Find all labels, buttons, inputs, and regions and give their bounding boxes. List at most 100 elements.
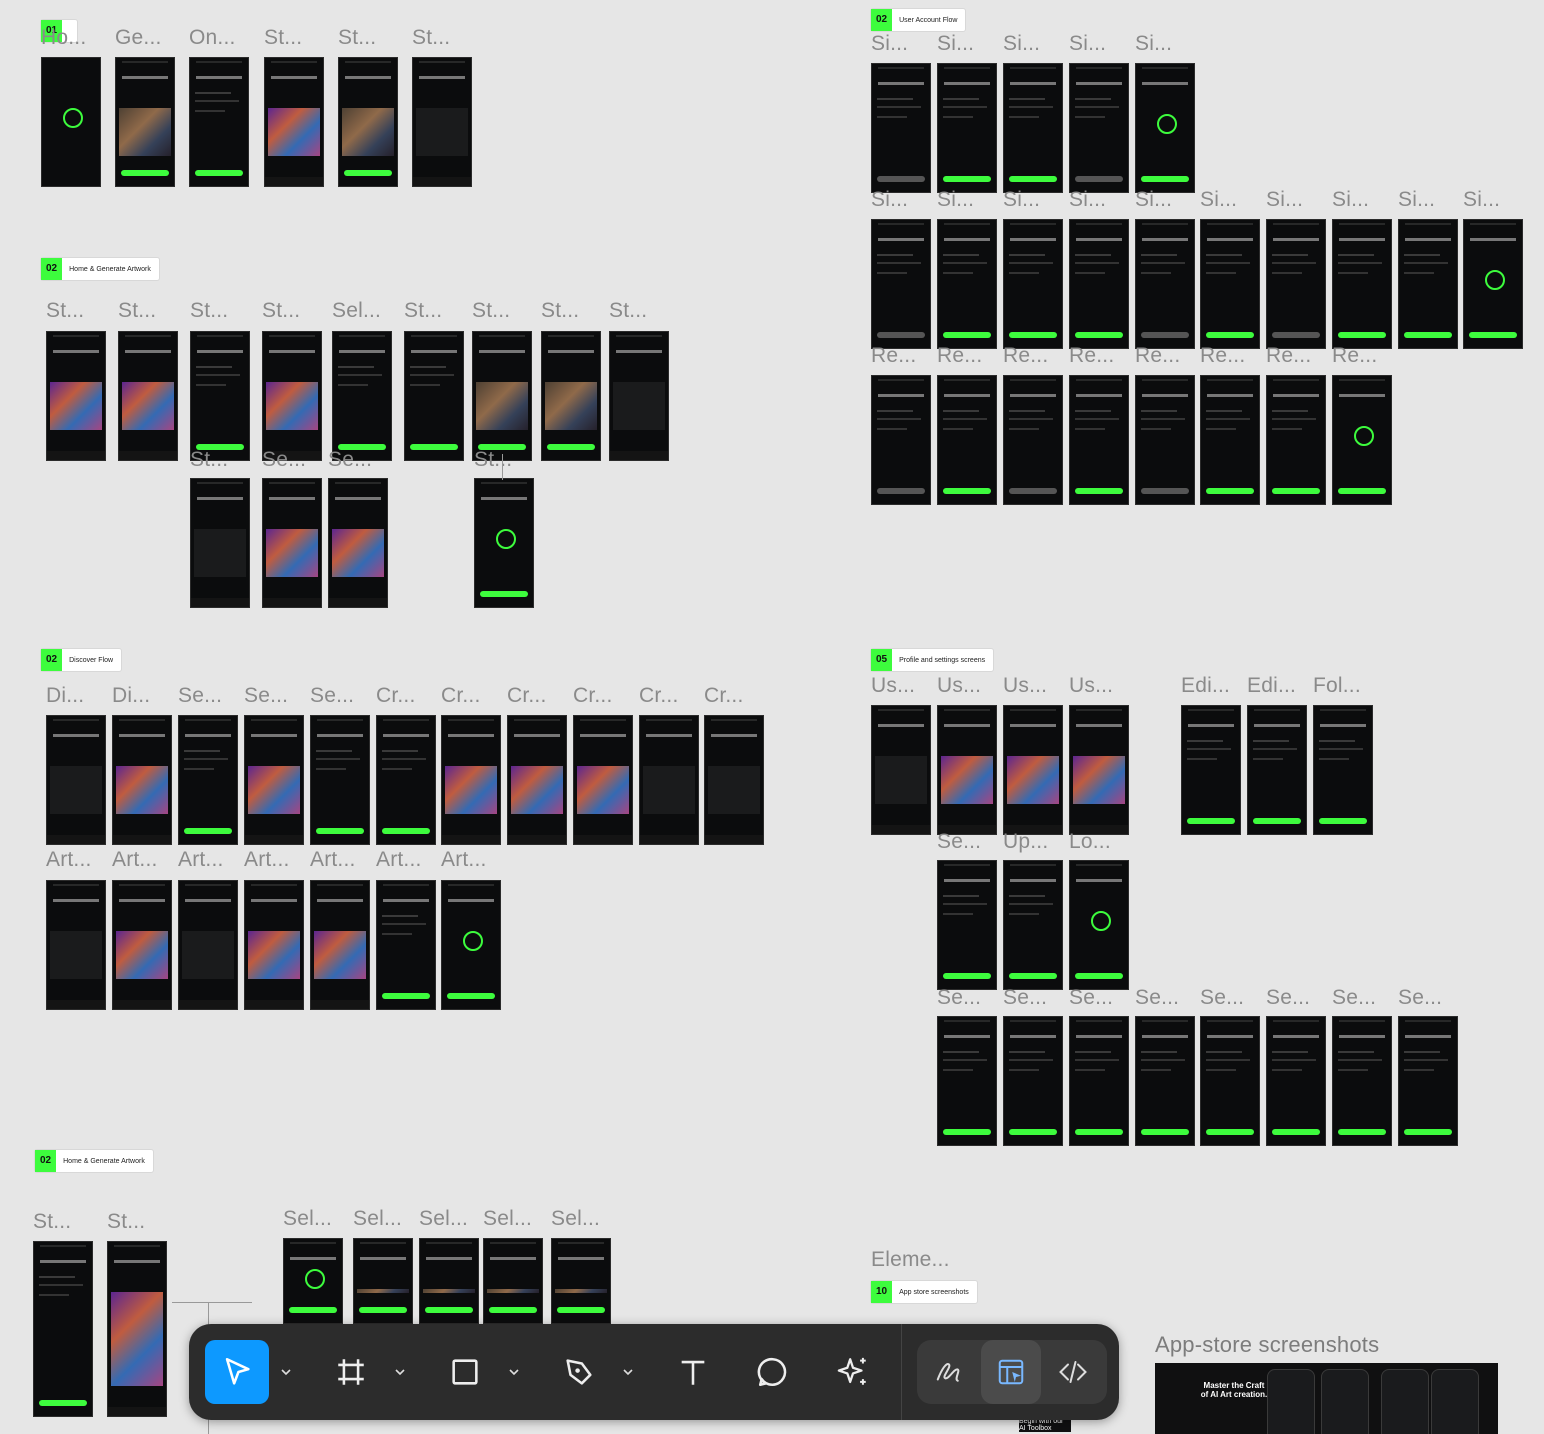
frame-label[interactable]: Di... [112, 684, 150, 708]
screen-frame[interactable] [573, 715, 633, 845]
screen-frame[interactable] [1247, 705, 1307, 835]
frame-label[interactable]: St... [262, 299, 300, 323]
frame-label[interactable]: St... [609, 299, 647, 323]
frame-label[interactable]: Se... [328, 448, 372, 472]
screen-frame[interactable] [1069, 705, 1129, 835]
screen-frame[interactable] [1069, 1016, 1129, 1146]
frame-label[interactable]: Si... [1463, 188, 1500, 212]
screen-frame[interactable] [118, 331, 178, 461]
screen-frame[interactable] [1003, 375, 1063, 505]
screen-frame[interactable] [178, 880, 238, 1010]
screen-frame[interactable] [1463, 219, 1523, 349]
frame-label[interactable]: Sel... [283, 1207, 332, 1231]
frame-label[interactable]: Si... [1332, 188, 1369, 212]
screen-frame[interactable] [1332, 375, 1392, 505]
frame-label[interactable]: Sel... [332, 299, 381, 323]
frame-label[interactable]: Se... [1069, 986, 1113, 1010]
frame-label[interactable]: St... [107, 1210, 145, 1234]
screen-frame[interactable] [1135, 219, 1195, 349]
frame-label[interactable]: On... [189, 26, 236, 50]
section-tag-profile-settings[interactable]: 05 Profile and settings screens [871, 649, 994, 671]
screen-frame[interactable] [190, 331, 250, 461]
screen-frame[interactable] [1003, 860, 1063, 990]
screen-frame[interactable] [112, 880, 172, 1010]
frame-label[interactable]: St... [338, 26, 376, 50]
frame-label[interactable]: Sel... [551, 1207, 600, 1231]
screen-frame[interactable] [1135, 375, 1195, 505]
frame-label[interactable]: Re... [871, 344, 916, 368]
screen-frame[interactable] [1069, 219, 1129, 349]
screen-frame[interactable] [338, 57, 398, 187]
frame-label[interactable]: Si... [1069, 32, 1106, 56]
screen-frame[interactable] [937, 1016, 997, 1146]
frame-label[interactable]: Se... [1332, 986, 1376, 1010]
screen-frame[interactable] [541, 331, 601, 461]
frame-label[interactable]: Se... [310, 684, 354, 708]
frame-label[interactable]: St... [474, 448, 512, 472]
frame-label[interactable]: Art... [178, 848, 224, 872]
screen-frame[interactable] [46, 715, 106, 845]
frame-label[interactable]: Art... [310, 848, 356, 872]
screen-frame[interactable] [1069, 63, 1129, 193]
screen-frame[interactable] [332, 331, 392, 461]
screen-frame[interactable] [46, 331, 106, 461]
screen-frame[interactable] [1200, 219, 1260, 349]
screen-frame[interactable] [310, 880, 370, 1010]
text-tool-button[interactable] [661, 1340, 725, 1404]
frame-label[interactable]: Re... [1069, 344, 1114, 368]
frame-label[interactable]: Se... [1135, 986, 1179, 1010]
screen-frame[interactable] [1332, 219, 1392, 349]
frame-label[interactable]: Se... [1003, 986, 1047, 1010]
pen-tool-menu-chevron[interactable] [621, 1360, 635, 1384]
frame-label[interactable]: Cr... [376, 684, 416, 708]
frame-label[interactable]: Se... [937, 830, 981, 854]
screen-frame[interactable] [404, 331, 464, 461]
screen-frame[interactable] [1332, 1016, 1392, 1146]
screen-frame[interactable] [178, 715, 238, 845]
screen-frame[interactable] [871, 705, 931, 835]
frame-label[interactable]: Art... [46, 848, 92, 872]
section-tag-app-store[interactable]: 10 App store screenshots [871, 1281, 977, 1303]
frame-label[interactable]: Cr... [704, 684, 744, 708]
screen-frame[interactable] [262, 478, 322, 608]
screen-frame[interactable] [483, 1238, 543, 1324]
frame-label[interactable]: St... [541, 299, 579, 323]
frame-label[interactable]: Art... [376, 848, 422, 872]
frame-label[interactable]: Re... [1266, 344, 1311, 368]
screen-frame[interactable] [376, 715, 436, 845]
dev-mode-button[interactable] [1043, 1340, 1103, 1404]
frame-label[interactable]: Re... [1135, 344, 1180, 368]
frame-label[interactable]: Se... [1266, 986, 1310, 1010]
frame-label[interactable]: St... [404, 299, 442, 323]
frame-label[interactable]: Art... [441, 848, 487, 872]
screen-frame[interactable] [1003, 63, 1063, 193]
frame-label[interactable]: Cr... [441, 684, 481, 708]
ai-tool-button[interactable] [821, 1340, 885, 1404]
frame-label-elements[interactable]: Eleme... [871, 1248, 950, 1272]
frame-label[interactable]: St... [190, 448, 228, 472]
screen-frame[interactable] [33, 1241, 93, 1417]
screen-frame[interactable] [474, 478, 534, 608]
section-tag-discover[interactable]: 02 Discover Flow [41, 649, 122, 671]
screen-frame[interactable] [441, 715, 501, 845]
screen-frame[interactable] [1181, 705, 1241, 835]
screen-frame[interactable] [551, 1238, 611, 1324]
screen-frame[interactable] [244, 880, 304, 1010]
screen-frame[interactable] [264, 57, 324, 187]
screen-frame[interactable] [310, 715, 370, 845]
frame-label[interactable]: Re... [937, 344, 982, 368]
frame-label[interactable]: Us... [1003, 674, 1047, 698]
frame-label[interactable]: Edi... [1247, 674, 1296, 698]
frame-label[interactable]: Ge... [115, 26, 162, 50]
screen-frame[interactable] [1398, 1016, 1458, 1146]
screen-frame[interactable] [1069, 375, 1129, 505]
frame-label[interactable]: Us... [1069, 674, 1113, 698]
frame-label[interactable]: St... [264, 26, 302, 50]
frame-label[interactable]: Si... [1069, 188, 1106, 212]
frame-label[interactable]: Us... [871, 674, 915, 698]
frame-label[interactable]: Si... [937, 188, 974, 212]
frame-label[interactable]: Fol... [1313, 674, 1361, 698]
screen-frame[interactable] [639, 715, 699, 845]
frame-label[interactable]: Up... [1003, 830, 1048, 854]
screen-frame[interactable] [412, 57, 472, 187]
